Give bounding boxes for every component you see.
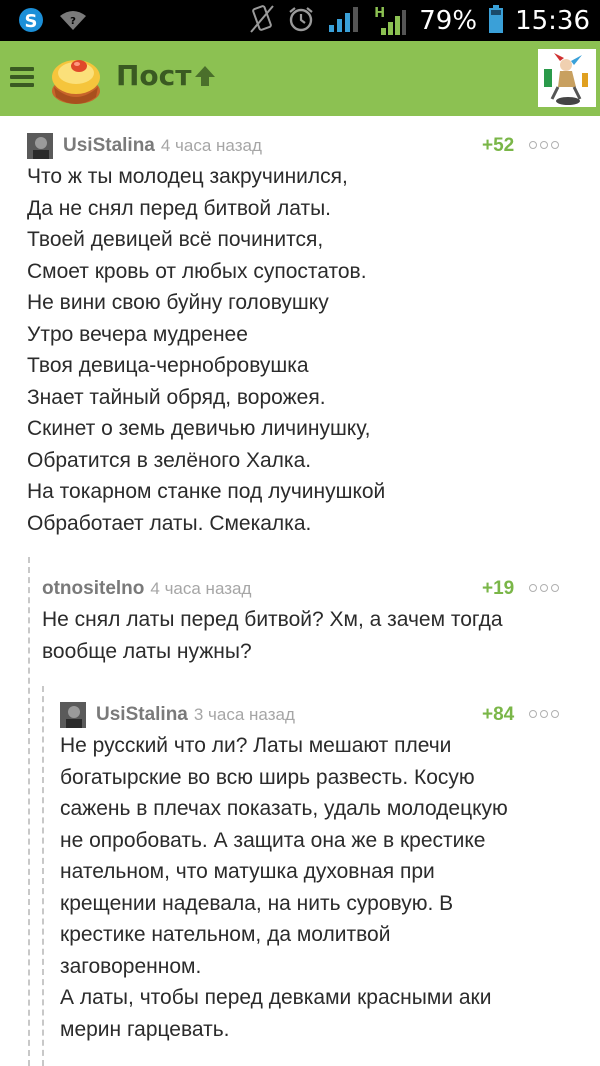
user-avatar[interactable]: [60, 702, 86, 728]
comment-header: UsiStalina 4 часа назад: [27, 133, 262, 159]
comments-list: UsiStalina 4 часа назад +52 Что ж ты мол…: [0, 116, 600, 1066]
battery-percent: 79%: [419, 5, 478, 36]
comment-username[interactable]: otnositelno: [42, 578, 144, 600]
pikabu-logo-icon[interactable]: [48, 51, 104, 107]
app-bar: Пост: [0, 41, 600, 116]
comment-time: 4 часа назад: [160, 136, 262, 155]
comment-line: вообще латы нужны?: [42, 639, 252, 663]
menu-icon[interactable]: [10, 67, 34, 87]
comment-line: сажень в плечах показать, удаль молодецк…: [60, 797, 508, 820]
comment-line: Твоей девицей всё починится,: [27, 228, 324, 251]
comment-time: 4 часа назад: [150, 579, 252, 598]
comment-line: Знает тайный обряд, ворожея.: [27, 385, 326, 409]
comment-text: Не снял латы перед битвой? Хм, а зачем т…: [42, 604, 503, 667]
comment-line: Не вини свою буйну головушку: [27, 291, 329, 314]
alarm-icon: [287, 5, 315, 37]
user-avatar[interactable]: [27, 133, 53, 159]
comment-line: Скинет о земь девичью личинушку,: [27, 417, 371, 440]
skype-icon: S: [18, 6, 44, 38]
comment-time: 3 часа назад: [193, 705, 295, 724]
wifi-icon: ?: [58, 8, 88, 36]
page-title: Пост: [116, 59, 192, 92]
more-options-icon[interactable]: [529, 584, 559, 592]
comment-line: Да не снял перед битвой латы.: [27, 196, 331, 220]
comment-header: otnositelno 4 часа назад: [42, 578, 251, 600]
comment-line: богатырские во всю ширь развесть. Косую: [60, 765, 475, 789]
comment-score[interactable]: +19: [482, 578, 514, 600]
comment-username[interactable]: UsiStalina: [96, 704, 188, 726]
comment-score[interactable]: +84: [482, 704, 514, 726]
comment-text: Не русский что ли? Латы мешают плечи бог…: [60, 730, 508, 1045]
network-signal-icon: H: [373, 6, 407, 36]
comment-line: Твоя девица-чернобровушка: [27, 354, 309, 377]
network-type: H: [374, 5, 386, 21]
more-options-icon[interactable]: [529, 710, 559, 718]
battery-icon: [489, 4, 504, 37]
comment-line: На токарном станке под лучинушкой: [27, 480, 386, 503]
comment-header: UsiStalina 3 часа назад: [60, 702, 295, 728]
svg-text:?: ?: [70, 16, 76, 27]
comment-line: крестике нательном, да молитвой: [60, 923, 391, 946]
status-bar: S ? H 79% 15:36: [0, 0, 600, 41]
vibrate-icon: [249, 4, 275, 38]
comment-line: Обратится в зелёного Халка.: [27, 448, 312, 472]
comment-username[interactable]: UsiStalina: [63, 135, 155, 157]
thread-line: [28, 557, 30, 1066]
comment-line: заговоренном.: [60, 954, 202, 978]
comment-text: Что ж ты молодец закручинился, Да не сня…: [27, 161, 385, 539]
comment-line: Что ж ты молодец закручинился,: [27, 165, 348, 188]
comment-line: А латы, чтобы перед девками красными аки: [60, 986, 492, 1009]
comment-line: Утро вечера мудренее: [27, 322, 248, 346]
comment-line: крещении надевала, на нить суровую. В: [60, 891, 454, 915]
profile-avatar[interactable]: [538, 49, 596, 107]
thread-line: [42, 686, 44, 1066]
up-arrow-icon[interactable]: [192, 63, 218, 93]
comment-line: Обработает латы. Смекалка.: [27, 511, 312, 535]
comment-line: мерин гарцевать.: [60, 1017, 230, 1041]
comment-line: Не русский что ли? Латы мешают плечи: [60, 734, 452, 757]
signal-icon: [327, 5, 361, 37]
clock: 15:36: [515, 5, 590, 36]
comment-line: нательном, что матушка духовная при: [60, 860, 435, 883]
comment-line: Не снял латы перед битвой? Хм, а зачем т…: [42, 608, 503, 631]
svg-text:S: S: [25, 11, 38, 32]
comment-score[interactable]: +52: [482, 135, 514, 157]
more-options-icon[interactable]: [529, 141, 559, 149]
comment-line: Смоет кровь от любых супостатов.: [27, 259, 367, 283]
comment-line: не опробовать. А защита она же в крестик…: [60, 828, 486, 852]
